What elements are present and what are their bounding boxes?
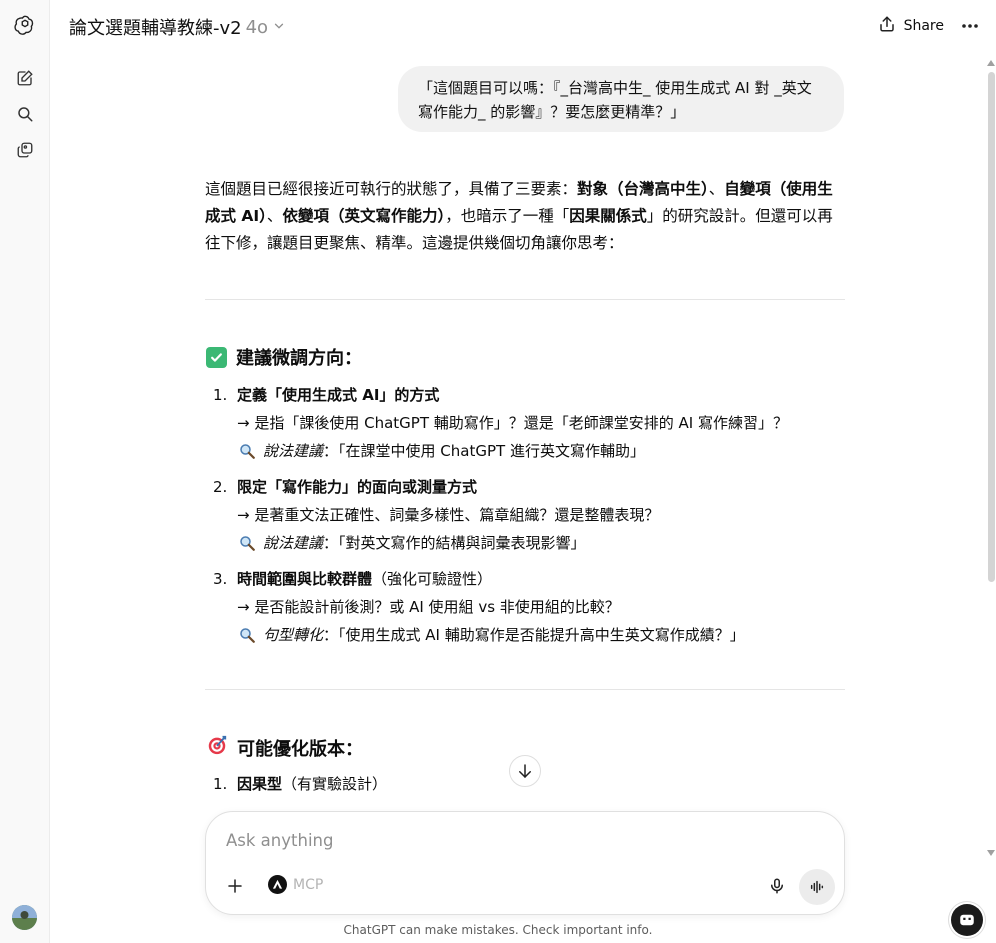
intro-segment: ，也暗示了一種「 — [445, 207, 570, 225]
suggestion-text: ：「對英文寫作的結構與詞彙表現影響」 — [323, 534, 586, 552]
plus-icon — [228, 879, 242, 893]
chat-app: 論文選題輔導教練-v2 4o Share 「這個題目可以嗎：『_台灣高中生_ 使… — [0, 0, 996, 943]
target-icon — [206, 734, 228, 761]
intro-segment: 這個題目已經很接近可執行的狀態了，具備了三要素： — [205, 180, 578, 198]
left-rail — [0, 0, 50, 943]
suggestion-label: 說法建議 — [263, 442, 324, 460]
divider — [205, 689, 845, 690]
scroll-up-arrow-icon[interactable] — [987, 60, 995, 66]
widget-icon — [960, 914, 974, 926]
section-heading-text: 建議微調方向： — [236, 348, 362, 369]
list-item-heading: 限定「寫作能力」的面向或測量方式 — [237, 473, 833, 501]
microphone-icon — [771, 878, 783, 894]
share-label: Share — [903, 18, 944, 34]
list-item: 2. 限定「寫作能力」的面向或測量方式 → 是著重文法正確性、詞彙多樣性、篇章組織？… — [213, 473, 833, 557]
arrow-down-icon — [519, 764, 531, 778]
chat-title: 論文選題輔導教練-v2 — [69, 18, 242, 39]
help-button[interactable] — [951, 904, 983, 936]
scrollbar[interactable] — [986, 52, 996, 857]
assistant-intro: 這個題目已經很接近可執行的狀態了，具備了三要素：對象（台灣高中生）、自變項（使用… — [205, 176, 845, 257]
list-number: 1. — [213, 386, 228, 404]
list-item-heading-text: 因果型 — [237, 775, 283, 793]
list-item-heading-note: （有實驗設計） — [282, 775, 388, 793]
divider — [205, 299, 845, 300]
magnifier-icon — [237, 441, 257, 461]
list-number: 2. — [213, 478, 228, 496]
assistant-message: 這個題目已經很接近可執行的狀態了，具備了三要素：對象（台灣高中生）、自變項（使用… — [205, 176, 845, 257]
model-selector[interactable]: 論文選題輔導教練-v2 4o — [69, 14, 286, 40]
suggestion-text: ：「使用生成式 AI 輔助寫作是否能提升高中生英文寫作成績？」 — [323, 626, 745, 644]
share-button[interactable]: Share — [878, 15, 944, 37]
more-options-icon[interactable] — [958, 14, 982, 38]
library-icon[interactable] — [13, 138, 37, 162]
list-item-body: 時間範圍與比較群體（強化可驗證性） → 是否能設計前後測？或 AI 使用組 vs … — [237, 565, 833, 649]
mcp-button[interactable]: MCP — [268, 875, 323, 894]
list-item: 3. 時間範圍與比較群體（強化可驗證性） → 是否能設計前後測？或 AI 使用組 v… — [213, 565, 833, 649]
model-label: 4o — [245, 16, 269, 38]
list-item-heading-text: 限定「寫作能力」的面向或測量方式 — [237, 478, 478, 496]
intro-bold-segment: 依變項（英文寫作能力） — [282, 207, 446, 225]
list-item-heading: 時間範圍與比較群體（強化可驗證性） — [237, 565, 833, 593]
list-item-body: 定義「使用生成式 AI」的方式 → 是指「課後使用 ChatGPT 輔助寫作」？還… — [237, 381, 833, 465]
voice-mode-button[interactable] — [799, 869, 835, 905]
disclaimer: ChatGPT can make mistakes. Check importa… — [343, 923, 653, 937]
check-mark-icon — [206, 346, 227, 368]
list-number: 3. — [213, 570, 228, 588]
list-item-heading-text: 定義「使用生成式 AI」的方式 — [237, 386, 440, 404]
header: 論文選題輔導教練-v2 4o Share — [51, 0, 996, 52]
new-chat-icon[interactable] — [13, 66, 37, 90]
suggestion-label: 說法建議 — [263, 534, 324, 552]
suggestion-label: 句型轉化 — [263, 626, 324, 644]
section-heading-suggestions: 建議微調方向： — [206, 344, 362, 370]
search-icon[interactable] — [13, 102, 37, 126]
list-item-suggestion: 說法建議 ：「對英文寫作的結構與詞彙表現影響」 — [237, 529, 833, 557]
composer: MCP — [205, 811, 845, 915]
scroll-thumb[interactable] — [988, 72, 995, 582]
list-item-heading: 定義「使用生成式 AI」的方式 — [237, 381, 833, 409]
section-heading-text: 可能優化版本： — [237, 738, 363, 760]
prompt-input[interactable] — [226, 827, 786, 853]
list-item-detail: → 是指「課後使用 ChatGPT 輔助寫作」？還是「老師課堂安排的 AI 寫作… — [237, 414, 788, 432]
mcp-logo-icon — [268, 875, 287, 894]
openai-logo-icon[interactable] — [13, 13, 37, 37]
share-icon — [878, 15, 896, 37]
intro-segment: 、 — [266, 207, 283, 225]
intro-bold-segment: 因果關係式 — [569, 207, 647, 225]
chevron-down-icon — [272, 17, 286, 38]
list-number: 1. — [213, 775, 228, 793]
list-item-suggestion: 句型轉化 ：「使用生成式 AI 輔助寫作是否能提升高中生英文寫作成績？」 — [237, 621, 833, 649]
user-message: 「這個題目可以嗎：『_台灣高中生_ 使用生成式 AI 對 _英文寫作能力_ 的影… — [398, 66, 844, 132]
voice-waveform-icon — [810, 880, 824, 894]
magnifier-icon — [237, 533, 257, 553]
list-item: 1. 定義「使用生成式 AI」的方式 → 是指「課後使用 ChatGPT 輔助寫作」… — [213, 381, 833, 465]
list-item-heading-note: （強化可驗證性） — [372, 570, 493, 588]
magnifier-icon — [237, 625, 257, 645]
list-item-body: 限定「寫作能力」的面向或測量方式 → 是著重文法正確性、詞彙多樣性、篇章組織？還是… — [237, 473, 833, 557]
suggestion-list: 1. 定義「使用生成式 AI」的方式 → 是指「課後使用 ChatGPT 輔助寫作」… — [213, 381, 833, 657]
section-heading-versions: 可能優化版本： — [206, 734, 363, 761]
list-item-suggestion: 說法建議 ：「在課堂中使用 ChatGPT 進行英文寫作輔助」 — [237, 437, 833, 465]
intro-bold-segment: 對象（台灣高中生） — [577, 180, 709, 198]
dictate-button[interactable] — [765, 874, 789, 898]
add-attachment-button[interactable] — [223, 874, 247, 898]
list-item-detail: → 是否能設計前後測？或 AI 使用組 vs 非使用組的比較？ — [237, 598, 620, 616]
intro-segment: 、 — [708, 180, 725, 198]
list-item-heading-text: 時間範圍與比較群體 — [237, 570, 373, 588]
scroll-down-arrow-icon[interactable] — [987, 850, 995, 856]
list-item-detail: → 是著重文法正確性、詞彙多樣性、篇章組織？還是整體表現？ — [237, 506, 660, 524]
suggestion-text: ：「在課堂中使用 ChatGPT 進行英文寫作輔助」 — [323, 442, 645, 460]
mcp-label: MCP — [293, 876, 324, 893]
scroll-to-bottom-button[interactable] — [509, 755, 541, 787]
